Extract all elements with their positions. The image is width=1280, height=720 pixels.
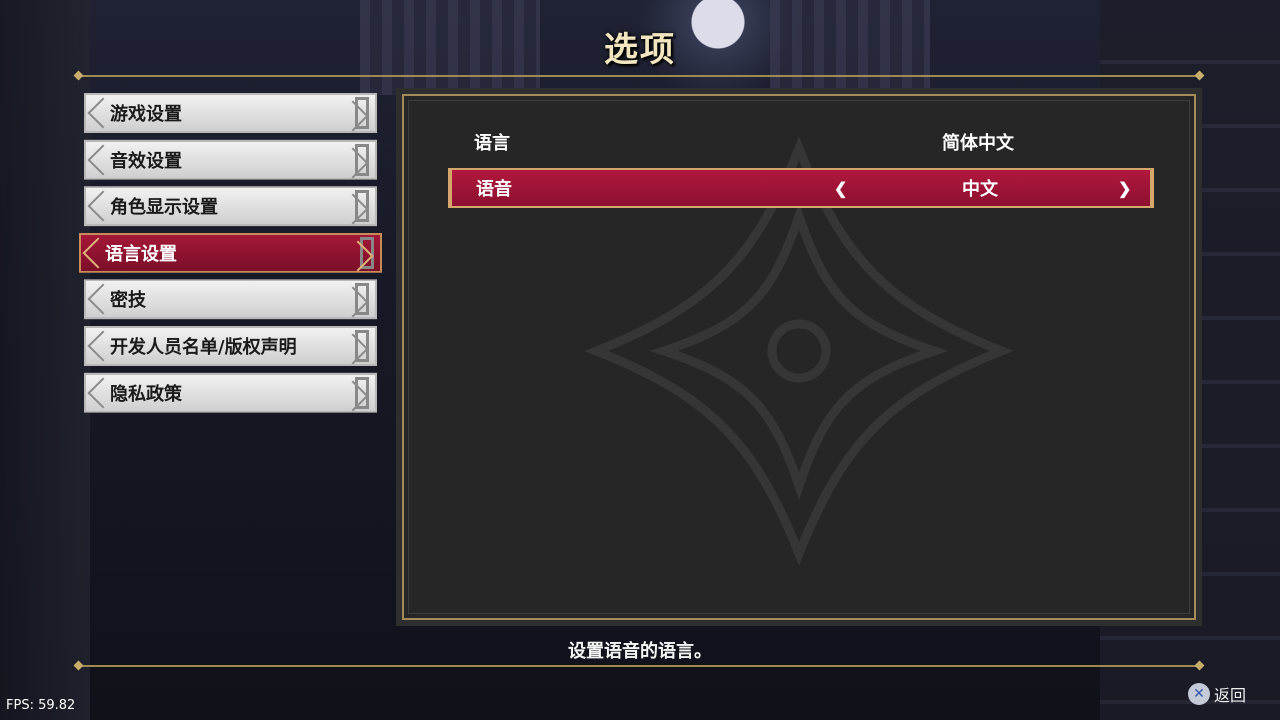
chevron-left-icon — [90, 283, 104, 315]
chevron-left-icon — [90, 97, 104, 129]
divider-top — [78, 75, 1200, 77]
setting-row-voice-language[interactable]: 语音 ❮ 中文 ❯ — [448, 168, 1154, 208]
chevron-right-icon — [355, 283, 369, 316]
chevron-left-icon — [90, 190, 104, 222]
back-label: 返回 — [1214, 686, 1247, 705]
menu-item-cheats[interactable]: 密技 — [84, 279, 377, 320]
chevron-right-icon — [360, 236, 374, 269]
menu-item-label: 游戏设置 — [110, 104, 182, 125]
menu-item-label: 隐私政策 — [110, 383, 182, 405]
fps-counter: FPS: 59.82 — [6, 698, 76, 713]
menu-item-privacy-policy[interactable]: 隐私政策 — [84, 372, 377, 413]
menu-item-label: 角色显示设置 — [110, 197, 218, 219]
row-cap-left — [450, 170, 464, 206]
setting-label: 语言 — [474, 133, 510, 154]
row-cap-right — [1138, 170, 1152, 206]
chevron-left-icon — [85, 237, 99, 269]
setting-row-language[interactable]: 语言 简体中文 — [448, 122, 1154, 162]
arrow-right-icon[interactable]: ❯ — [1118, 179, 1131, 198]
menu-item-label: 语言设置 — [105, 243, 177, 265]
chevron-left-icon — [90, 144, 104, 176]
menu-item-label: 音效设置 — [110, 150, 182, 172]
chevron-right-icon — [355, 190, 369, 223]
menu-item-game-settings[interactable]: 游戏设置 — [84, 93, 377, 133]
chevron-left-icon — [90, 330, 104, 362]
wall-left — [0, 0, 90, 720]
chevron-right-icon — [355, 329, 369, 362]
chevron-right-icon — [355, 97, 369, 129]
divider-bottom — [78, 665, 1200, 667]
setting-description: 设置语音的语言。 — [568, 641, 712, 662]
menu-item-character-display[interactable]: 角色显示设置 — [84, 186, 377, 227]
setting-value: 中文 — [962, 179, 998, 200]
chevron-right-icon — [355, 143, 369, 176]
chevron-left-icon — [90, 377, 104, 409]
settings-panel: 语言 简体中文 语音 ❮ 中文 ❯ — [396, 88, 1202, 626]
page-title: 选项 — [604, 30, 676, 70]
arrow-left-icon[interactable]: ❮ — [834, 179, 847, 198]
setting-value: 简体中文 — [942, 133, 1014, 154]
back-button[interactable]: ✕ 返回 — [1188, 682, 1246, 706]
chevron-right-icon — [355, 376, 369, 409]
cross-button-icon: ✕ — [1188, 683, 1210, 705]
setting-label: 语音 — [476, 179, 512, 200]
options-menu: 游戏设置 音效设置 角色显示设置 语言设置 密技 开发人员名单/版权声明 隐私政… — [79, 93, 384, 419]
menu-item-credits[interactable]: 开发人员名单/版权声明 — [84, 325, 377, 366]
menu-item-label: 开发人员名单/版权声明 — [110, 336, 297, 358]
menu-item-language-settings[interactable]: 语言设置 — [79, 232, 382, 273]
menu-item-sound-settings[interactable]: 音效设置 — [84, 139, 377, 180]
